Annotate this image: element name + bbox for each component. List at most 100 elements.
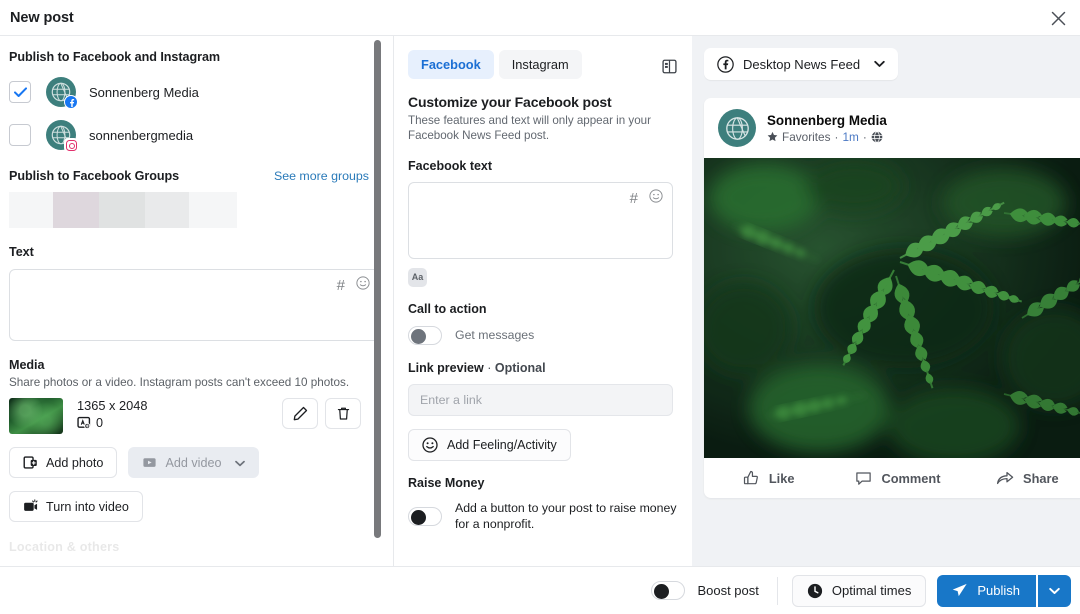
instagram-badge-icon	[64, 138, 78, 152]
emoji-icon[interactable]	[356, 276, 370, 295]
see-more-groups-link[interactable]: See more groups	[274, 169, 369, 183]
comment-icon	[856, 471, 872, 485]
publish-button-group: Publish	[937, 574, 1071, 607]
boost-post-row: Boost post	[651, 581, 759, 600]
pencil-icon[interactable]	[282, 398, 318, 429]
alt-text-row[interactable]: 0	[77, 416, 147, 430]
customize-panel: Facebook Instagram Customize your Facebo…	[394, 36, 692, 566]
account-row-instagram[interactable]: sonnenbergmedia	[9, 120, 381, 152]
media-meta: 1365 x 2048 0	[77, 398, 147, 430]
optimal-times-label: Optimal times	[831, 583, 912, 598]
raise-money-toggle[interactable]	[408, 506, 442, 526]
turn-into-video-row: Turn into video	[9, 491, 381, 522]
tab-instagram[interactable]: Instagram	[498, 50, 582, 79]
link-preview-header: Link preview · Optional	[408, 361, 678, 375]
link-preview-optional: Optional	[494, 360, 546, 375]
tab-facebook[interactable]: Facebook	[408, 50, 494, 79]
publish-button[interactable]: Publish	[937, 574, 1036, 607]
text-input-icons: #	[337, 276, 370, 295]
post-meta-separator: ·	[834, 129, 839, 144]
groups-header: Publish to Facebook Groups See more grou…	[9, 169, 381, 183]
feed-type-selector[interactable]: Desktop News Feed	[704, 48, 899, 80]
share-icon	[996, 471, 1014, 485]
post-time: 1m	[842, 129, 859, 144]
post-favorites-label: Favorites	[782, 129, 831, 144]
send-icon	[953, 583, 968, 597]
post-comment-label: Comment	[881, 470, 941, 486]
post-like-button[interactable]: Like	[704, 470, 833, 487]
emoji-icon[interactable]	[649, 188, 663, 208]
dialog-footer: Boost post Optimal times Publish	[0, 566, 1080, 614]
post-meta: Favorites · 1m ·	[767, 130, 887, 144]
post-image	[704, 158, 1080, 458]
fern-photo	[704, 158, 1080, 458]
close-icon[interactable]	[1044, 4, 1072, 32]
optimal-times-button[interactable]: Optimal times	[791, 574, 927, 607]
call-to-action-text: Get messages	[455, 328, 535, 343]
link-preview-input[interactable]: Enter a link	[408, 383, 673, 416]
turn-into-video-button[interactable]: Turn into video	[9, 491, 143, 522]
publish-label: Publish	[977, 583, 1020, 598]
alt-text-count: 0	[96, 416, 104, 430]
add-feeling-activity-button[interactable]: Add Feeling/Activity	[408, 428, 571, 461]
hashtag-icon[interactable]: #	[630, 191, 638, 206]
groups-skeleton	[9, 192, 237, 228]
post-author-name[interactable]: Sonnenberg Media	[767, 113, 887, 128]
account-checkbox-instagram[interactable]	[9, 124, 31, 146]
page-title: New post	[10, 9, 74, 26]
post-actions: Like Comment Share	[704, 458, 1080, 498]
avatar	[46, 77, 78, 109]
alt-text-icon	[77, 416, 91, 430]
publish-to-heading: Publish to Facebook and Instagram	[9, 50, 221, 64]
publish-options-caret[interactable]	[1038, 574, 1071, 607]
post-share-button[interactable]: Share	[963, 469, 1080, 487]
raise-money-text: Add a button to your post to raise money…	[455, 500, 677, 532]
facebook-icon	[717, 55, 734, 73]
compose-panel: Publish to Facebook and Instagram Sonnen…	[0, 36, 393, 566]
compose-scrollbar-thumb[interactable]	[374, 40, 381, 538]
facebook-badge-icon	[64, 95, 78, 109]
raise-money-row: Add a button to your post to raise money…	[408, 500, 678, 533]
hashtag-icon[interactable]: #	[337, 278, 345, 293]
media-item: 1365 x 2048 0	[9, 398, 381, 434]
call-to-action-label: Call to action	[408, 301, 487, 316]
link-preview-separator: ·	[487, 360, 492, 375]
add-photo-button[interactable]: Add photo	[9, 447, 118, 478]
preview-panel: Desktop News Feed Sonnenberg Media Favor…	[692, 36, 1080, 566]
boost-post-toggle[interactable]	[651, 581, 686, 600]
chevron-down-icon[interactable]	[235, 456, 246, 470]
media-thumbnail[interactable]	[9, 398, 63, 434]
compose-scrollbar-track[interactable]	[374, 38, 387, 548]
call-to-action-row: Get messages	[408, 325, 678, 345]
smiley-icon	[422, 436, 438, 453]
footer-divider	[776, 576, 778, 605]
account-checkbox-facebook[interactable]	[9, 81, 31, 103]
account-row-facebook[interactable]: Sonnenberg Media	[9, 77, 381, 109]
call-to-action-toggle[interactable]	[408, 325, 442, 345]
raise-money-label: Raise Money	[408, 475, 485, 490]
customize-heading: Customize your Facebook post	[408, 94, 612, 110]
facebook-text-input[interactable]: #	[408, 181, 673, 259]
chevron-down-icon[interactable]	[874, 60, 885, 68]
feed-type-label: Desktop News Feed	[743, 56, 861, 72]
post-meta-separator-2: ·	[862, 129, 867, 144]
trash-icon[interactable]	[325, 398, 361, 429]
post-header: Sonnenberg Media Favorites · 1m ·	[704, 98, 1080, 158]
add-photo-label: Add photo	[46, 455, 104, 470]
account-name: Sonnenberg Media	[89, 84, 199, 100]
add-video-label: Add video	[165, 455, 222, 470]
clock-icon	[807, 583, 822, 598]
media-buttons-row: Add photo Add video	[9, 447, 381, 478]
text-style-button[interactable]: Aa	[408, 267, 427, 287]
new-post-dialog: New post Publish to Facebook and Instagr…	[0, 0, 1080, 614]
media-dimensions: 1365 x 2048	[77, 398, 148, 413]
post-comment-button[interactable]: Comment	[833, 470, 962, 487]
text-input[interactable]: #	[9, 269, 380, 341]
avatar	[718, 109, 756, 147]
groups-heading: Publish to Facebook Groups	[9, 169, 180, 183]
split-panel-icon[interactable]	[658, 55, 680, 77]
post-author-block: Sonnenberg Media Favorites · 1m ·	[767, 113, 887, 144]
customize-subheading: These features and text will only appear…	[408, 114, 651, 143]
add-video-button[interactable]: Add video	[128, 447, 260, 478]
globe-icon	[871, 130, 883, 143]
